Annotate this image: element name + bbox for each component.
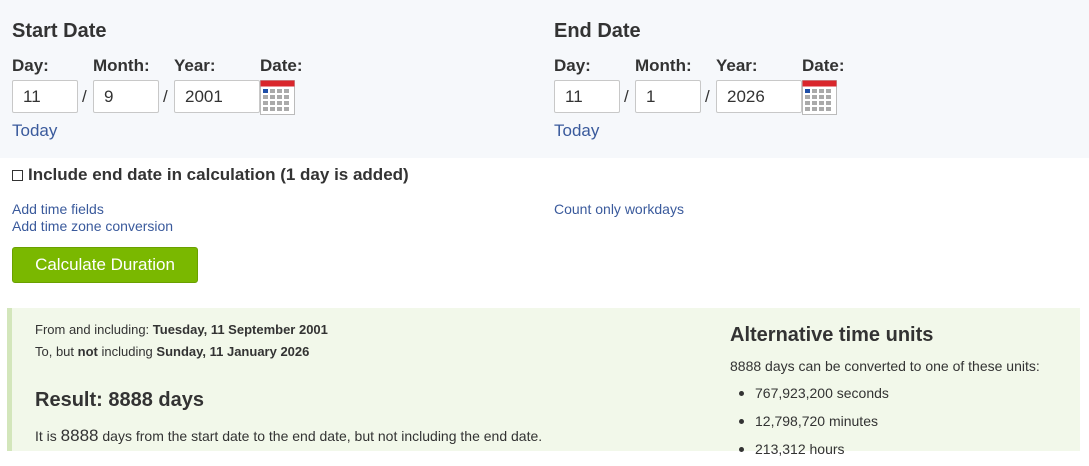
start-month-input[interactable]: 9 — [93, 80, 159, 113]
result-to-line: To, but not including Sunday, 11 January… — [35, 344, 309, 359]
calculate-duration-button[interactable]: Calculate Duration — [12, 247, 198, 283]
end-month-input[interactable]: 1 — [635, 80, 701, 113]
result-title: Result: 8888 days — [35, 389, 204, 411]
alternative-units-list: 767,923,200 seconds 12,798,720 minutes 2… — [730, 382, 889, 466]
alternative-unit-item: 12,798,720 minutes — [730, 410, 889, 438]
start-date-label: Date: — [260, 56, 303, 75]
start-month-label: Month: — [93, 56, 150, 75]
include-end-date-checkbox[interactable] — [12, 169, 23, 181]
result-from-date: Tuesday, 11 September 2001 — [152, 322, 328, 337]
result-from-prefix: From and including: — [35, 322, 153, 337]
alternative-unit-item: 213,312 hours — [730, 438, 889, 466]
count-workdays-link[interactable]: Count only workdays — [554, 201, 684, 217]
include-end-date-label[interactable]: Include end date in calculation (1 day i… — [28, 165, 409, 185]
result-from-line: From and including: Tuesday, 11 Septembe… — [35, 322, 328, 337]
end-month-label: Month: — [635, 56, 692, 75]
result-panel: From and including: Tuesday, 11 Septembe… — [7, 308, 1080, 457]
end-date-title: End Date — [554, 20, 641, 42]
start-date-title: Start Date — [12, 20, 107, 42]
add-timezone-link[interactable]: Add time zone conversion — [12, 218, 173, 234]
end-day-label: Day: — [554, 56, 591, 75]
end-separator-2: / — [705, 87, 710, 106]
result-text-prefix: It is — [35, 428, 61, 444]
date-form: Start Date Day: Month: Year: Date: 11 / … — [0, 0, 1089, 158]
start-year-label: Year: — [174, 56, 216, 75]
result-to-date: Sunday, 11 January 2026 — [156, 344, 310, 359]
alternative-units-intro: 8888 days can be converted to one of the… — [730, 358, 1040, 374]
result-to-including: including — [97, 344, 157, 359]
add-time-fields-link[interactable]: Add time fields — [12, 201, 104, 217]
start-day-input[interactable]: 11 — [12, 80, 78, 113]
result-text: It is 8888 days from the start date to t… — [35, 426, 542, 446]
result-to-prefix: To, but — [35, 344, 78, 359]
end-year-input[interactable]: 2026 — [716, 80, 802, 113]
alternative-units-title: Alternative time units — [730, 324, 934, 346]
start-year-input[interactable]: 2001 — [174, 80, 260, 113]
calendar-icon[interactable] — [260, 80, 295, 115]
start-day-label: Day: — [12, 56, 49, 75]
result-text-number: 8888 — [60, 426, 99, 445]
end-separator-1: / — [624, 87, 629, 106]
end-today-link[interactable]: Today — [554, 121, 599, 141]
result-to-not: not — [77, 344, 98, 359]
include-end-date-row[interactable]: Include end date in calculation (1 day i… — [12, 165, 409, 185]
start-today-link[interactable]: Today — [12, 121, 57, 141]
end-year-label: Year: — [716, 56, 758, 75]
end-date-label: Date: — [802, 56, 845, 75]
end-day-input[interactable]: 11 — [554, 80, 620, 113]
result-text-suffix: days from the start date to the end date… — [98, 428, 543, 444]
alternative-unit-item: 767,923,200 seconds — [730, 382, 889, 410]
start-separator-2: / — [163, 87, 168, 106]
calendar-icon[interactable] — [802, 80, 837, 115]
start-separator-1: / — [82, 87, 87, 106]
